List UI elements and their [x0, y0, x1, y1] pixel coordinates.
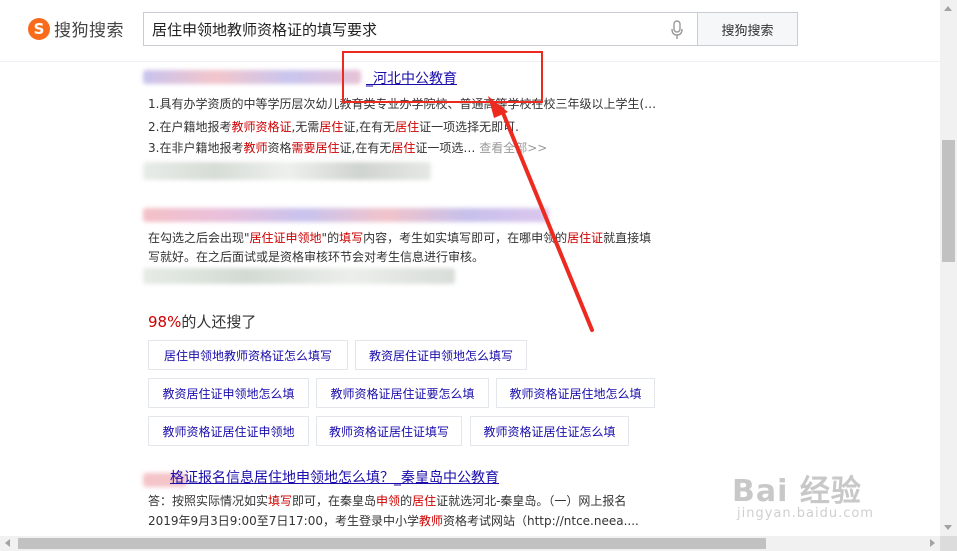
related-search-chip[interactable]: 教资居住证申领地怎么填 [148, 378, 309, 408]
related-search-chip[interactable]: 教师资格证居住证申领地 [148, 416, 309, 446]
microphone-icon[interactable] [670, 20, 684, 40]
result-snippet-line: 2019年9月3日9:00至7日17:00，考生登录中小学教师资格考试网站（ht… [148, 514, 639, 528]
horizontal-scroll-thumb[interactable] [18, 538, 766, 549]
result-title-text: 格证报名信息居住地申领地怎么填？_秦皇岛中公教育 [170, 470, 499, 486]
related-search-chip[interactable]: 教师资格证居住证填写 [316, 416, 462, 446]
horizontal-scrollbar[interactable] [0, 536, 940, 551]
blurred-url [143, 268, 455, 284]
search-box [143, 12, 698, 46]
related-search-chip[interactable]: 教师资格证居住证怎么填 [470, 416, 629, 446]
result-title[interactable]: 格证报名信息居住地申领地怎么填？_秦皇岛中公教育 [170, 467, 499, 487]
search-button[interactable]: 搜狗搜索 [697, 12, 798, 46]
sogou-logo-icon: S [28, 17, 50, 40]
vertical-scrollbar[interactable] [940, 0, 957, 536]
search-input[interactable] [152, 13, 662, 45]
sogou-logo-text: 搜狗搜索 [54, 21, 124, 41]
scroll-up-icon[interactable] [944, 6, 952, 11]
related-search-chip[interactable]: 教师资格证居住证要怎么填 [316, 378, 489, 408]
scrollbar-corner [940, 536, 957, 551]
blurred-url [143, 162, 431, 180]
blurred-title [143, 208, 549, 222]
scroll-left-icon[interactable] [5, 539, 10, 547]
blurred-title [143, 70, 361, 84]
see-all-link[interactable]: 查看全部>> [479, 141, 547, 155]
annotation-highlight-box [342, 51, 543, 103]
related-search-chip[interactable]: 居住申领地教师资格证怎么填写 [148, 340, 348, 370]
result-snippet-line: 写就好。在之后面试或是资格审核环节会对考生信息进行审核。 [148, 250, 485, 264]
result-snippet-line: 答：按照实际情况如实填写即可，在秦皇岛申领的居住证就选河北-秦皇岛。（一）网上报… [148, 494, 627, 508]
vertical-scroll-thumb[interactable] [942, 140, 955, 262]
baidu-watermark-url: jingyan.baidu.com [737, 506, 874, 521]
result-snippet-line: 2.在户籍地报考教师资格证,无需居住证,在有无居住证一项选择无即可. [148, 120, 519, 134]
result-snippet-line: 在勾选之后会出现"居住证申领地"的填写内容，考生如实填写即可，在哪申领的居住证就… [148, 231, 652, 245]
result-snippet-line: 3.在非户籍地报考教师资格需要居住证,在有无居住证一项选… 查看全部>> [148, 141, 548, 155]
related-search-chip[interactable]: 教资居住证申领地怎么填写 [355, 340, 527, 370]
scroll-down-icon[interactable] [944, 525, 952, 530]
scroll-right-icon[interactable] [930, 539, 935, 547]
related-search-chip[interactable]: 教师资格证居住地怎么填 [496, 378, 655, 408]
baidu-watermark-logo: Bai 经验 [732, 474, 862, 509]
sogou-logo[interactable]: S 搜狗搜索 [28, 16, 124, 41]
related-searches-title: 98%的人还搜了 [148, 313, 257, 331]
